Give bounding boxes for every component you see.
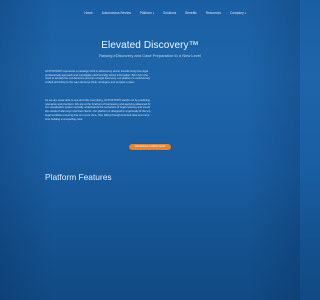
nav-item-platform[interactable]: Platform ▾ — [140, 11, 154, 15]
nav-item-autonomous-review[interactable]: Autonomous Review — [102, 11, 131, 15]
schedule-demo-button[interactable]: SCHEDULE A DEMO NOW — [129, 144, 171, 150]
nav-label: Platform — [139, 11, 152, 15]
intro-paragraph: ACTIVATOR® represents a paradigm shift i… — [45, 70, 150, 85]
chevron-down-icon: ▾ — [244, 11, 246, 15]
nav-item-home[interactable]: Home — [84, 11, 93, 15]
nav-label: Home — [84, 11, 93, 15]
hero-title: Elevated Discovery™ — [101, 40, 199, 51]
top-navigation: Home Autonomous Review Platform ▾ Solutio… — [75, 11, 246, 15]
nav-item-benefits[interactable]: Benefits — [185, 11, 197, 15]
intro-paragraph-second: As we are never able to see and infer ev… — [45, 99, 151, 121]
nav-item-solutions[interactable]: Solutions — [163, 11, 176, 15]
nav-label: Company — [230, 11, 244, 15]
nav-item-company[interactable]: Company ▾ — [230, 11, 246, 15]
features-section-title: Platform Features — [45, 172, 112, 182]
nav-label: Solutions — [163, 11, 177, 15]
nav-label: Resources — [205, 11, 222, 15]
hero-subtitle: Raising eDiscovery and Case Preparation … — [99, 53, 201, 58]
chevron-down-icon: ▾ — [152, 11, 155, 15]
nav-item-resources[interactable]: Resources — [206, 11, 221, 15]
nav-label: Benefits — [185, 11, 197, 15]
nav-label: Autonomous Review — [101, 11, 131, 15]
